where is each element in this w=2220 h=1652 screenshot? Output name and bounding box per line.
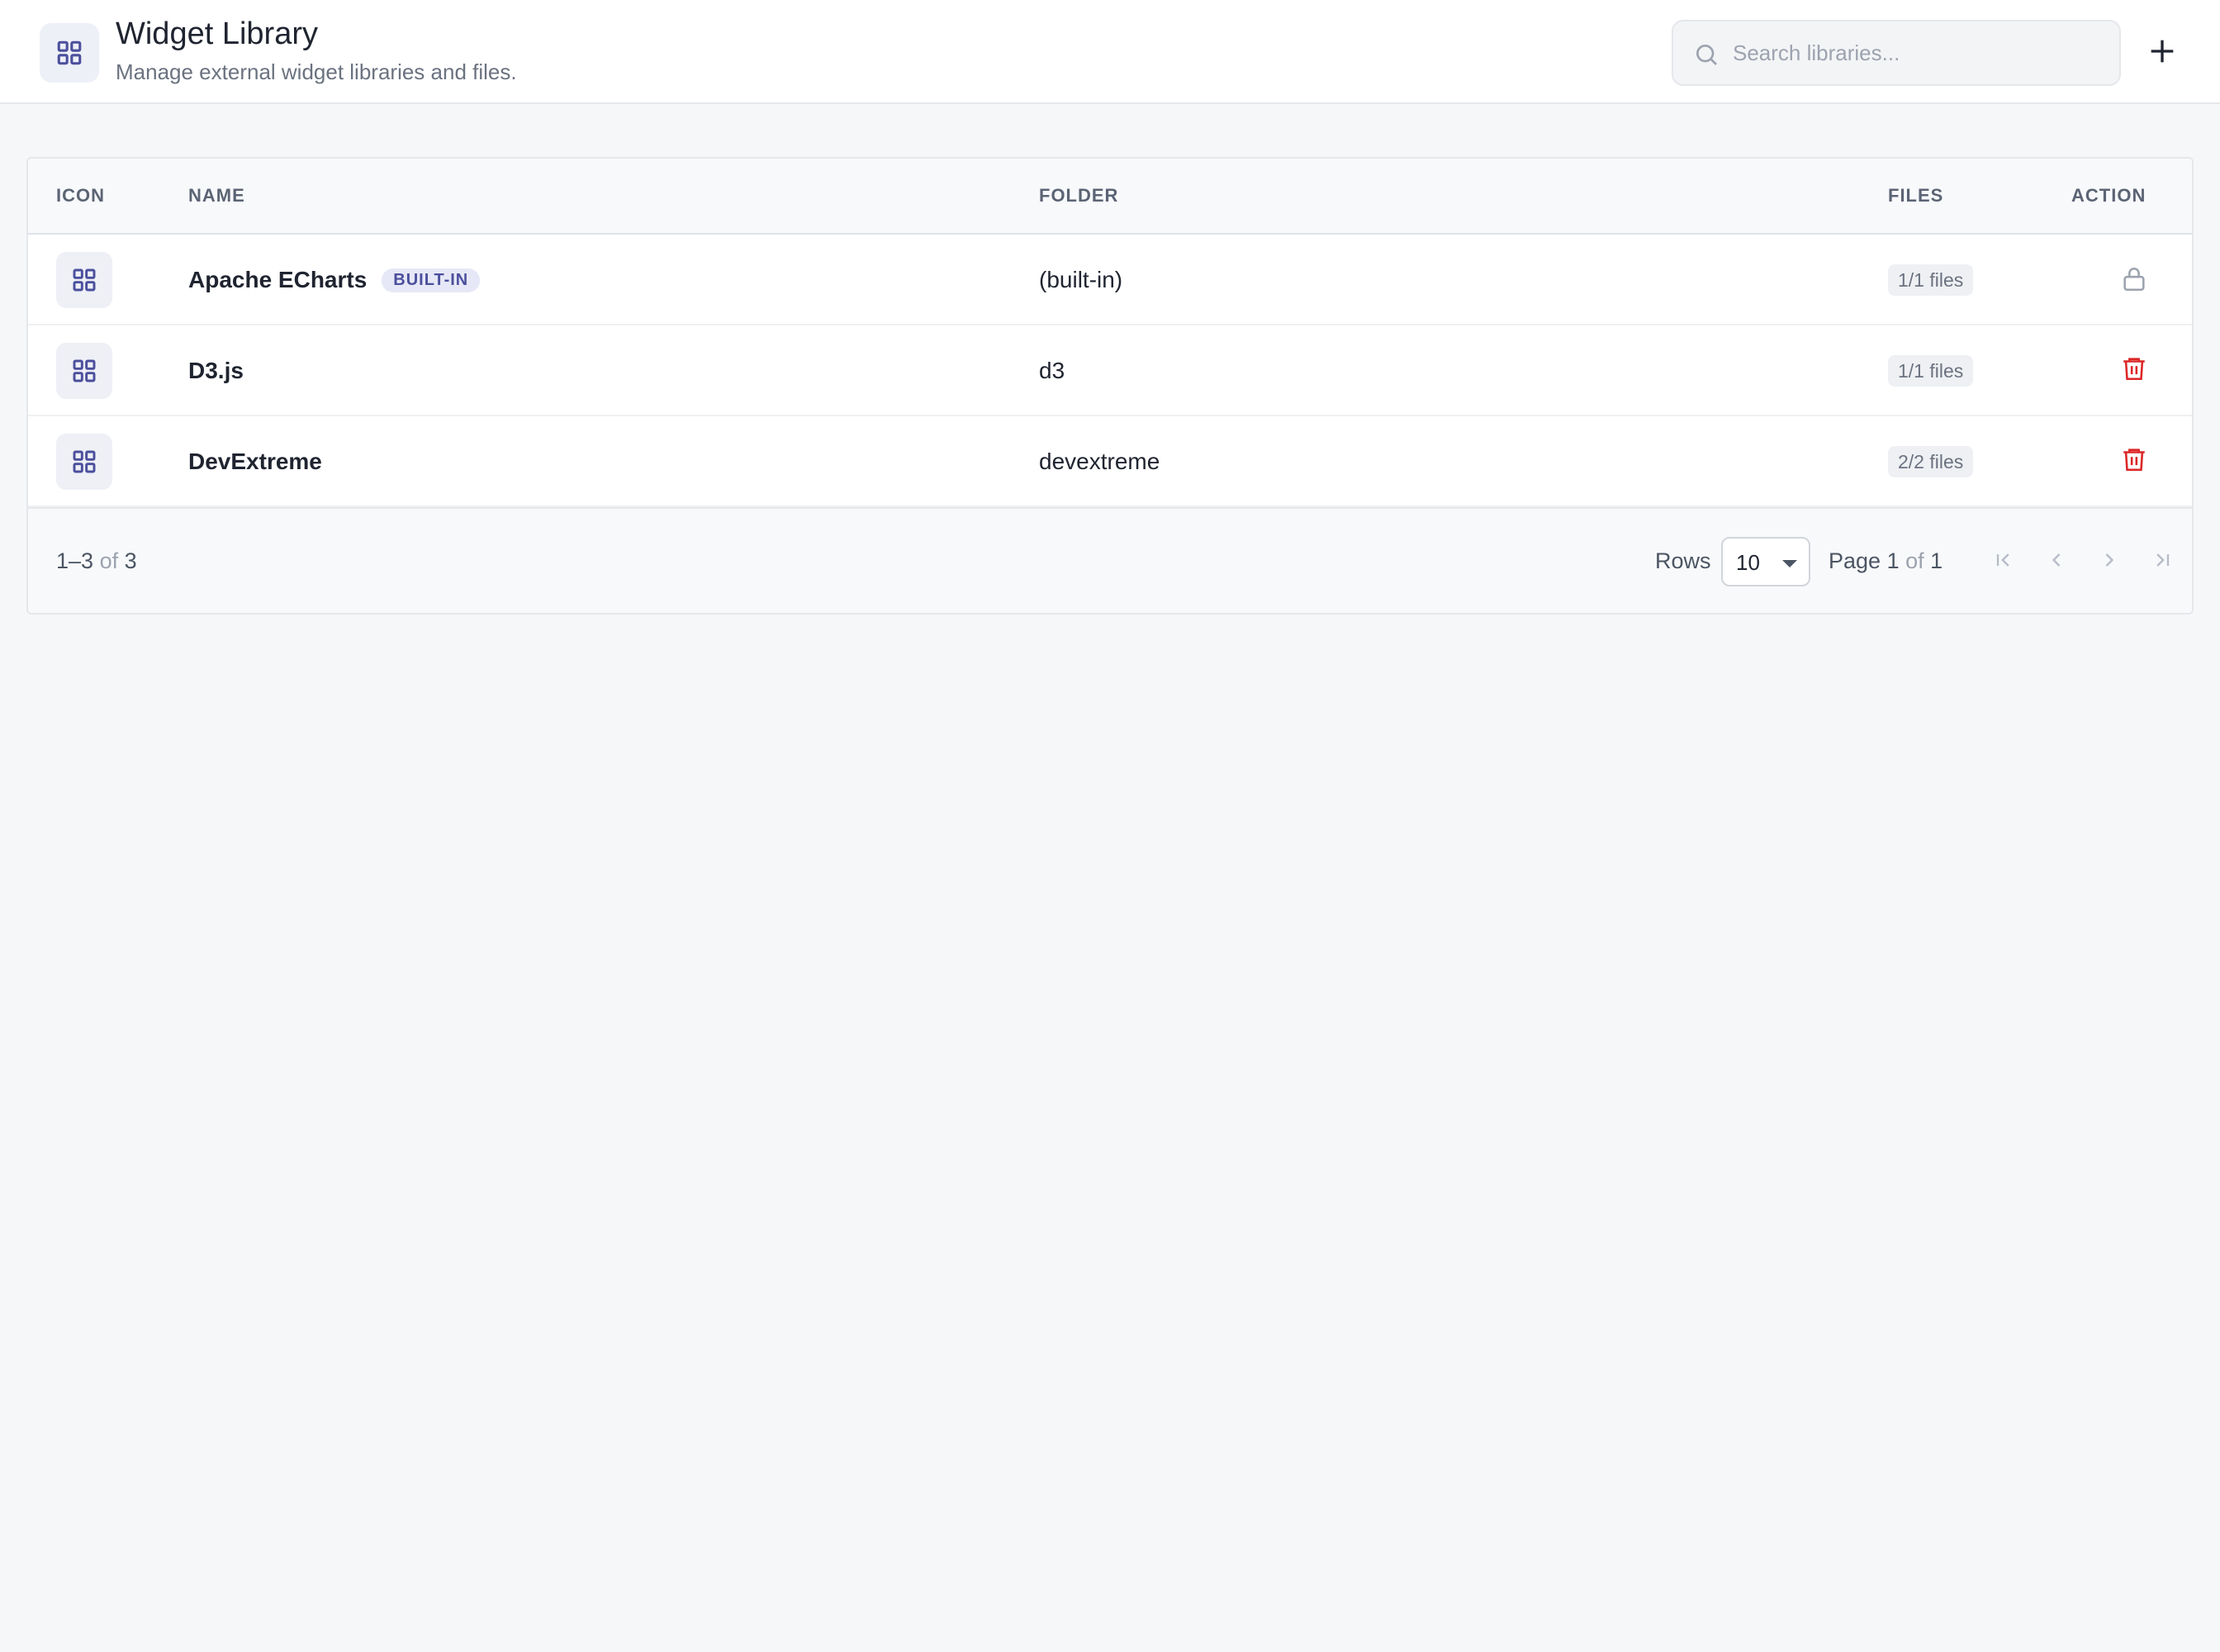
search-box[interactable] [1672, 20, 2121, 86]
delete-button[interactable] [2118, 354, 2151, 387]
column-header-icon[interactable]: ICON [56, 185, 105, 206]
files-count-badge: 2/2 files [1888, 446, 1974, 477]
caret-down-icon [1781, 555, 1799, 572]
page-label: Page [1829, 548, 1881, 573]
library-grid-icon [56, 343, 112, 399]
chevron-right-icon [2098, 548, 2121, 576]
last-page-button[interactable] [2146, 545, 2179, 578]
grid-icon [40, 23, 99, 83]
library-name: Apache ECharts [188, 267, 368, 292]
page-header: Widget Library Manage external widget li… [0, 0, 2220, 104]
files-count-badge: 1/1 files [1888, 264, 1974, 296]
library-grid-icon [56, 252, 112, 308]
library-grid-icon [56, 434, 112, 490]
rows-per-page-value: 10 [1736, 550, 1760, 575]
page-title: Widget Library [116, 17, 318, 51]
delete-button[interactable] [2118, 444, 2151, 477]
library-folder: (built-in) [1039, 267, 1123, 292]
chevron-left-icon [2045, 548, 2068, 576]
rows-per-page-label: Rows [1655, 548, 1711, 573]
pagination-range: 1–3 of 3 [56, 548, 137, 574]
trash-icon [2120, 354, 2148, 387]
library-name-cell: DevExtreme [188, 416, 322, 507]
page-indicator: Page 1 of 1 [1829, 548, 1942, 574]
first-page-icon [1992, 548, 2015, 576]
table-row[interactable]: DevExtreme devextreme 2/2 files [28, 416, 2192, 507]
range-of-label: of [99, 548, 119, 573]
current-page: 1 [1886, 548, 1900, 573]
library-name: D3.js [188, 358, 244, 383]
total-pages: 1 [1930, 548, 1943, 573]
table-row[interactable]: Apache ECharts BUILT-IN (built-in) 1/1 f… [28, 235, 2192, 325]
library-folder: devextreme [1039, 449, 1160, 474]
previous-page-button[interactable] [2040, 545, 2073, 578]
column-header-action: ACTION [2071, 185, 2146, 206]
add-library-button[interactable] [2137, 28, 2187, 78]
lock-icon [2118, 263, 2151, 296]
table-header: ICON NAME FOLDER FILES ACTION [28, 159, 2192, 235]
table-row[interactable]: D3.js d3 1/1 files [28, 325, 2192, 416]
next-page-button[interactable] [2093, 545, 2126, 578]
page-of-label: of [1905, 548, 1924, 573]
table-footer: 1–3 of 3 Rows 10 Page 1 of 1 [28, 507, 2192, 613]
range-value: 1–3 [56, 548, 94, 573]
last-page-icon [2151, 548, 2174, 576]
column-header-files[interactable]: FILES [1888, 185, 1943, 206]
plus-icon [2146, 35, 2179, 72]
trash-icon [2120, 445, 2148, 477]
column-header-folder[interactable]: FOLDER [1039, 185, 1118, 206]
first-page-button[interactable] [1987, 545, 2020, 578]
library-folder: d3 [1039, 358, 1065, 383]
range-total: 3 [124, 548, 137, 573]
built-in-badge: BUILT-IN [382, 268, 481, 292]
library-name-cell: D3.js [188, 325, 244, 416]
libraries-table: ICON NAME FOLDER FILES ACTION Apache ECh… [26, 157, 2194, 615]
files-count-badge: 1/1 files [1888, 355, 1974, 387]
library-name-cell: Apache ECharts BUILT-IN [188, 235, 481, 325]
rows-per-page-select[interactable]: 10 [1721, 537, 1810, 586]
page-subtitle: Manage external widget libraries and fil… [116, 59, 517, 84]
search-icon [1693, 41, 1720, 68]
library-name: DevExtreme [188, 449, 322, 474]
column-header-name[interactable]: NAME [188, 185, 245, 206]
search-input[interactable] [1733, 21, 2104, 84]
